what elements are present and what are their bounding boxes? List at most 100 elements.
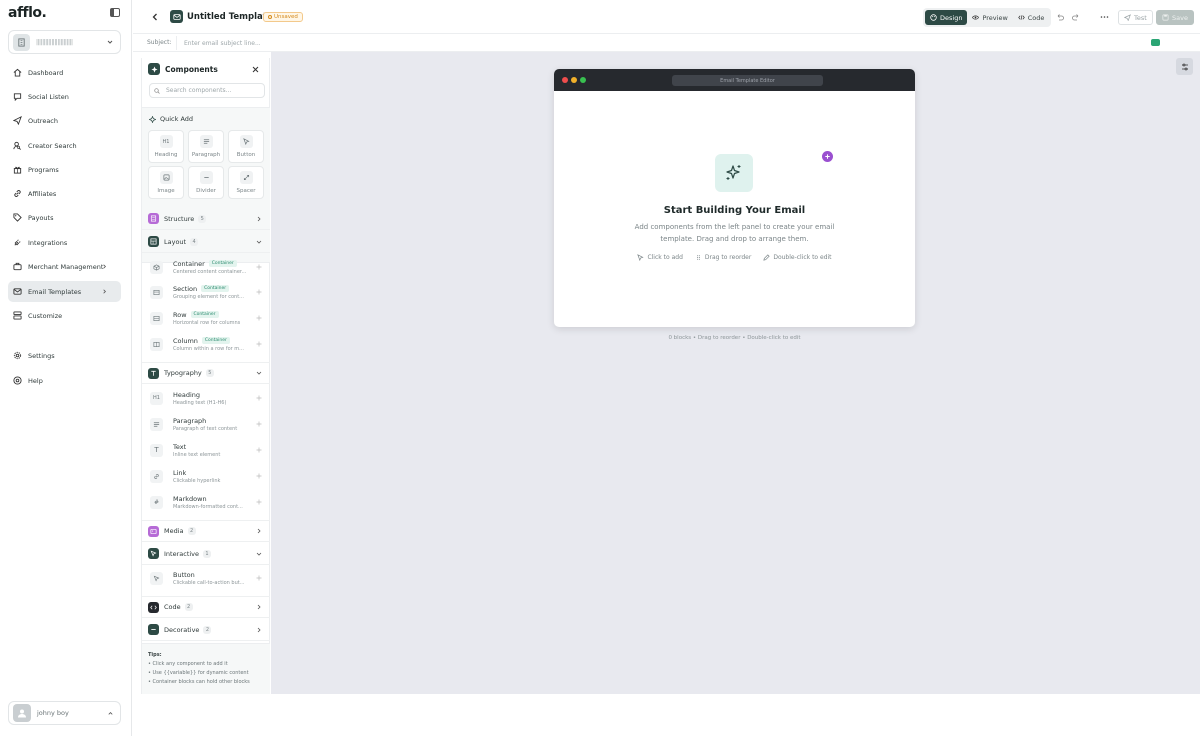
category-interactive[interactable]: Interactive 1 <box>142 543 270 565</box>
sidebar-item-affiliates[interactable]: Affiliates <box>8 183 121 204</box>
plus-icon[interactable] <box>256 421 262 427</box>
plus-icon[interactable] <box>256 289 262 295</box>
quick-add-item-label: Image <box>157 188 175 194</box>
plus-icon[interactable] <box>256 315 262 321</box>
tab-code[interactable]: Code <box>1013 10 1050 25</box>
home-icon <box>13 68 22 77</box>
component-paragraph[interactable]: Paragraph Paragraph of text content <box>150 412 262 436</box>
add-block-button[interactable] <box>822 151 833 162</box>
category-structure[interactable]: Structure 5 <box>142 208 270 230</box>
quick-add-divider[interactable]: Divider <box>188 166 224 199</box>
close-icon[interactable] <box>252 66 259 73</box>
quick-add-item-label: Spacer <box>236 188 256 194</box>
canvas-settings-button[interactable] <box>1176 58 1193 75</box>
tab-design[interactable]: Design <box>925 10 968 25</box>
tip-line: • Use {{variable}} for dynamic content <box>148 670 249 676</box>
component-markdown[interactable]: # Markdown Markdown-formatted cont... <box>150 490 262 514</box>
app-logo[interactable]: afflo. <box>8 5 47 21</box>
chevron-down-icon <box>256 240 262 244</box>
category-decorative[interactable]: Decorative 2 <box>142 619 270 641</box>
quick-add-paragraph[interactable]: Paragraph <box>188 130 224 163</box>
layout-icon <box>13 311 22 320</box>
component-button[interactable]: Button Clickable call-to-action but... <box>150 566 262 590</box>
quick-add-spacer[interactable]: Spacer <box>228 166 264 199</box>
quick-add-item-label: Button <box>236 152 256 158</box>
sidebar-item-label: Payouts <box>28 213 54 222</box>
text-icon: T <box>150 443 163 457</box>
workspace-switcher[interactable]: |||||||||||||||||||||||| <box>8 30 121 54</box>
plus-icon[interactable] <box>256 341 262 347</box>
variable-insert-icon[interactable] <box>1151 39 1160 46</box>
template-title[interactable]: Untitled Template <box>187 12 273 22</box>
sidebar-item-help[interactable]: Help <box>8 370 121 391</box>
sidebar-item-integrations[interactable]: Integrations <box>8 232 121 253</box>
component-row[interactable]: Row Container Horizontal row for columns <box>150 306 262 330</box>
category-layout[interactable]: Layout 4 <box>142 231 270 253</box>
plus-icon[interactable] <box>256 447 262 453</box>
sparkle-icon <box>149 115 156 123</box>
quick-add-button[interactable]: Button <box>228 130 264 163</box>
cursor-icon <box>637 254 645 261</box>
sidebar-item-email-templates[interactable]: Email Templates <box>8 281 121 302</box>
category-typography[interactable]: Typography 5 <box>142 362 270 384</box>
user-menu[interactable]: johny boy <box>8 701 121 725</box>
subject-input[interactable] <box>176 36 1194 50</box>
more-options-icon[interactable] <box>1100 13 1109 21</box>
redo-icon[interactable] <box>1072 13 1080 21</box>
tips-box: Tips: • Click any component to add it • … <box>142 643 270 694</box>
chevron-right-icon <box>257 216 261 221</box>
grip-icon <box>696 255 700 260</box>
plus-icon[interactable] <box>256 575 262 581</box>
component-link[interactable]: Link Clickable hyperlink <box>150 464 262 488</box>
tip-line: • Container blocks can hold other blocks <box>148 679 250 685</box>
sidebar-item-social-listen[interactable]: Social Listen <box>8 86 121 107</box>
component-description: Column within a row for m... <box>173 345 244 352</box>
tab-preview[interactable]: Preview <box>967 10 1012 25</box>
sidebar-item-merchant-management[interactable]: Merchant Management <box>8 256 121 277</box>
sidebar-item-settings[interactable]: Settings <box>8 345 121 366</box>
category-count: 2 <box>203 625 212 634</box>
component-description: Centered content container... <box>173 268 247 275</box>
sidebar-item-programs[interactable]: Programs <box>8 159 121 180</box>
chevron-right-icon <box>257 528 261 534</box>
save-button[interactable]: Save <box>1156 10 1194 25</box>
category-code[interactable]: Code 2 <box>142 596 270 618</box>
quick-add-heading[interactable]: H1 Heading <box>148 130 184 163</box>
plus-icon[interactable] <box>256 473 262 479</box>
type-icon <box>148 367 159 379</box>
component-search-input[interactable] <box>149 83 265 98</box>
heading-icon: H1 <box>150 391 163 405</box>
sidebar-toggle-icon[interactable] <box>110 8 120 17</box>
category-label: Layout <box>164 237 187 246</box>
back-arrow-icon[interactable] <box>151 12 159 22</box>
component-name: Link <box>173 468 187 477</box>
component-section[interactable]: Section Container Grouping element for con… <box>150 280 262 304</box>
plus-icon[interactable] <box>256 395 262 401</box>
sidebar-item-creator-search[interactable]: Creator Search <box>8 135 121 156</box>
sidebar-item-payouts[interactable]: Payouts <box>8 207 121 228</box>
container-tag: Container <box>201 285 230 292</box>
tag-icon <box>13 213 22 222</box>
tab-label: Preview <box>982 13 1008 22</box>
plus-icon[interactable] <box>256 264 262 270</box>
plus-icon[interactable] <box>256 499 262 505</box>
category-label: Decorative <box>164 625 200 634</box>
sidebar-item-outreach[interactable]: Outreach <box>8 110 121 131</box>
email-preview-card[interactable]: Email Template Editor Start Building You… <box>554 69 915 327</box>
editor-canvas[interactable]: Email Template Editor Start Building You… <box>271 52 1200 694</box>
component-name: Heading <box>173 390 201 399</box>
user-name: johny boy <box>37 709 69 717</box>
sidebar-item-customize[interactable]: Customize <box>8 305 121 326</box>
window-minimize-dot <box>571 77 577 83</box>
quick-add-title: Quick Add <box>149 115 193 123</box>
sidebar-item-dashboard[interactable]: Dashboard <box>8 62 121 83</box>
test-button[interactable]: Test <box>1118 10 1153 25</box>
quick-add-label: Quick Add <box>160 115 194 123</box>
component-text[interactable]: T Text Inline text element <box>150 438 262 462</box>
category-media[interactable]: Media 2 <box>142 520 270 542</box>
undo-icon[interactable] <box>1056 13 1064 21</box>
quick-add-image[interactable]: Image <box>148 166 184 199</box>
component-heading[interactable]: H1 Heading Heading text (H1-H6) <box>150 386 262 410</box>
component-column[interactable]: Column Container Column within a row for m… <box>150 332 262 356</box>
component-container[interactable]: Container Container Centered content conta… <box>150 255 262 279</box>
